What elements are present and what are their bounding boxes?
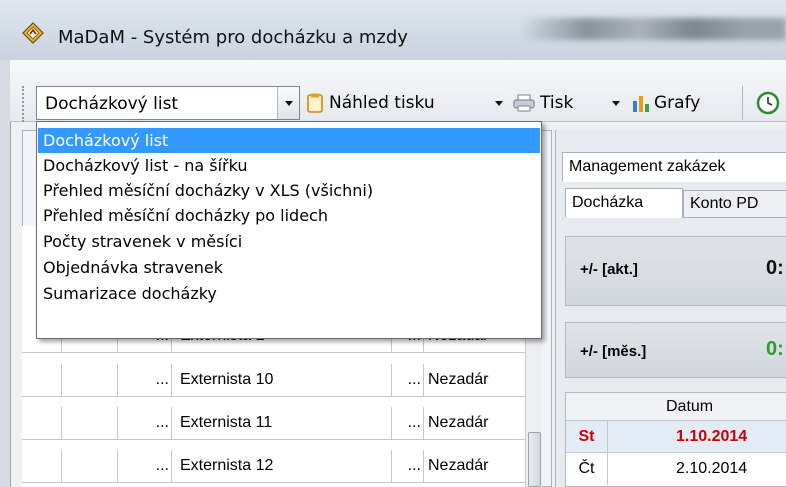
row-cell-ellipsis: ... xyxy=(392,450,424,482)
print-preview-menu-icon[interactable] xyxy=(495,101,503,106)
row-cell-name: Externista 11 xyxy=(172,407,392,439)
tab-konto-pd[interactable]: Konto PD xyxy=(683,190,786,218)
row-cell-blank xyxy=(62,407,118,439)
printer-icon xyxy=(513,94,535,112)
tab-management-zakazek[interactable]: Management zakázek xyxy=(562,152,786,182)
report-select-dropdown-button[interactable] xyxy=(277,87,299,119)
table-row[interactable]: ... Externista 12 ... Nezadár xyxy=(22,450,542,483)
row-cell-indicator xyxy=(22,450,62,482)
row-cell-ellipsis: ... xyxy=(118,450,172,482)
attendance-row-date[interactable]: 1.10.2014 xyxy=(608,421,786,453)
scrollbar-thumb[interactable] xyxy=(528,432,541,487)
chevron-down-icon xyxy=(285,101,293,106)
row-cell-blank xyxy=(62,450,118,482)
dropdown-item-dochazkovy-list-na-sirku[interactable]: Docházkový list - na šířku xyxy=(38,153,540,178)
dropdown-item-sumarizace-dochazky[interactable]: Sumarizace docházky xyxy=(38,281,540,306)
row-cell-indicator xyxy=(22,364,62,396)
table-row[interactable]: ... Externista 11 ... Nezadár xyxy=(22,407,542,440)
row-cell-blank xyxy=(62,364,118,396)
document-preview-icon xyxy=(307,93,323,113)
print-button[interactable]: Tisk xyxy=(513,88,573,118)
attendance-row-date[interactable]: 2.10.2014 xyxy=(608,453,786,485)
stat-current-box: +/- [akt.] 0: xyxy=(565,236,786,306)
dropdown-item-prehled-xls[interactable]: Přehled měsíční docházky v XLS (všichni) xyxy=(38,178,540,203)
clock-icon[interactable] xyxy=(756,91,780,115)
row-cell-ellipsis: ... xyxy=(118,364,172,396)
window-title: MaDaM - Systém pro docházku a mzdy xyxy=(58,27,408,48)
table-row[interactable]: ... Externista 10 ... Nezadár xyxy=(22,364,542,397)
blurred-window-controls xyxy=(520,18,786,40)
row-cell-indicator xyxy=(22,407,62,439)
dropdown-item-objednavka-stravenek[interactable]: Objednávka stravenek xyxy=(38,255,540,280)
stat-month-box: +/- [měs.] 0: xyxy=(565,322,786,378)
attendance-grid: Datum St 1.10.2014 Čt 2.10.2014 xyxy=(565,392,786,487)
stat-current-value: 0: xyxy=(766,257,784,279)
madam-logo-icon xyxy=(22,22,44,44)
report-dropdown-list: Docházkový list Docházkový list - na šíř… xyxy=(36,121,542,339)
print-preview-button[interactable]: Náhled tisku xyxy=(306,88,435,118)
charts-label: Grafy xyxy=(654,93,701,113)
charts-button[interactable]: Grafy xyxy=(632,88,700,118)
stat-month-value: 0: xyxy=(766,338,784,360)
bar-chart-icon xyxy=(633,96,649,112)
dropdown-item-dochazkovy-list[interactable]: Docházkový list xyxy=(38,128,540,153)
print-label: Tisk xyxy=(540,93,574,113)
attendance-row-day[interactable]: Čt xyxy=(566,453,608,485)
column-header-datum[interactable]: Datum xyxy=(566,393,786,421)
tab-dochazka[interactable]: Docházka xyxy=(565,188,683,218)
row-cell-name: Externista 10 xyxy=(172,364,392,396)
row-cell-ellipsis: ... xyxy=(392,364,424,396)
report-select[interactable]: Docházkový list xyxy=(36,86,300,120)
row-cell-ellipsis: ... xyxy=(392,407,424,439)
print-menu-icon[interactable] xyxy=(612,101,620,106)
toolbar-grip[interactable] xyxy=(22,86,24,122)
dropdown-item-pocty-stravenek[interactable]: Počty stravenek v měsíci xyxy=(38,229,540,254)
toolbar-separator xyxy=(742,86,743,120)
row-cell-name: Externista 12 xyxy=(172,450,392,482)
attendance-row-day[interactable]: St xyxy=(566,421,608,453)
print-preview-label: Náhled tisku xyxy=(329,93,435,113)
stat-month-label: +/- [měs.] xyxy=(580,343,647,360)
dropdown-item-prehled-po-lidech[interactable]: Přehled měsíční docházky po lidech xyxy=(38,203,540,228)
report-select-value: Docházkový list xyxy=(45,94,179,114)
row-cell-ellipsis: ... xyxy=(118,407,172,439)
stat-current-label: +/- [akt.] xyxy=(580,261,638,278)
